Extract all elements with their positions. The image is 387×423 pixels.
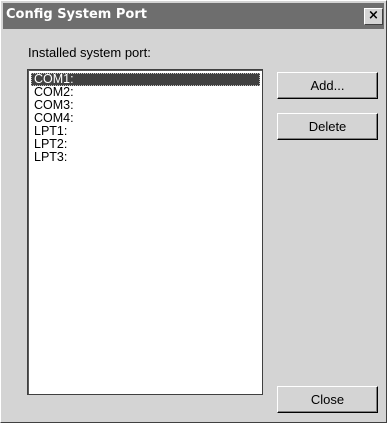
title-bar[interactable]: Config System Port × xyxy=(3,3,384,29)
close-window-button[interactable]: × xyxy=(364,8,383,25)
installed-ports-label: Installed system port: xyxy=(28,45,151,60)
port-listbox[interactable]: COM1: COM2: COM3: COM4: LPT1: LPT2: LPT3: xyxy=(27,69,263,395)
port-list: COM1: COM2: COM3: COM4: LPT1: LPT2: LPT3: xyxy=(31,73,260,164)
port-list-item[interactable]: LPT3: xyxy=(31,151,260,164)
close-icon: × xyxy=(368,8,379,23)
close-button[interactable]: Close xyxy=(277,386,378,413)
dialog-title: Config System Port xyxy=(6,7,147,22)
delete-button[interactable]: Delete xyxy=(277,113,378,140)
add-button[interactable]: Add... xyxy=(277,72,378,99)
config-system-port-dialog: Config System Port × Installed system po… xyxy=(0,0,387,423)
